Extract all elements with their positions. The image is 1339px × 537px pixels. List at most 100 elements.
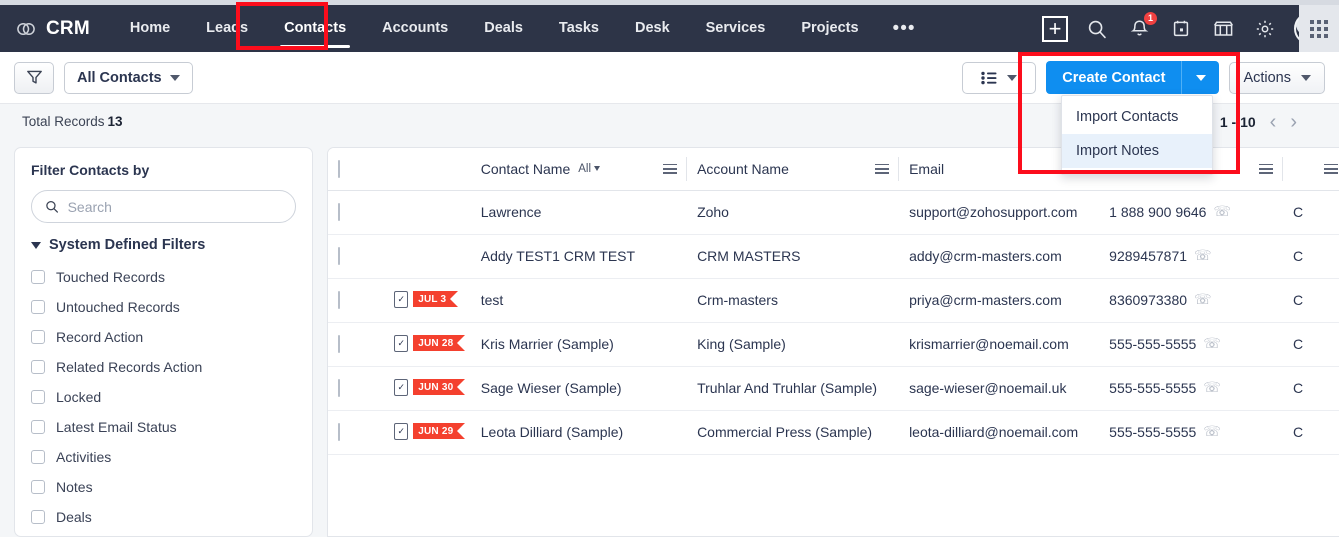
nav-item-deals[interactable]: Deals [466, 5, 541, 52]
cell-contact-name[interactable]: Lawrence [470, 190, 688, 235]
row-checkbox[interactable] [338, 334, 340, 353]
nav-item-leads[interactable]: Leads [188, 5, 266, 52]
phone-call-icon[interactable]: ☏ [1203, 423, 1221, 440]
add-button[interactable]: + [1042, 15, 1068, 42]
cell-contact-name[interactable]: Kris Marrier (Sample) [470, 322, 688, 367]
sidebar-search[interactable] [31, 190, 296, 223]
filter-touched-records[interactable]: Touched Records [31, 262, 296, 292]
row-checkbox[interactable] [338, 246, 340, 265]
checkbox[interactable] [31, 510, 45, 524]
table-row[interactable]: ✓ JUL 3 test Crm-masters priya@crm-maste… [328, 278, 1339, 323]
next-page-button[interactable]: › [1290, 112, 1297, 132]
sidebar-wrapper: Filter Contacts by System Defined Filter… [0, 139, 327, 537]
brand[interactable]: CRM [14, 17, 90, 41]
table-row[interactable]: ✓ JUN 30 Sage Wieser (Sample) Truhlar An… [328, 366, 1339, 411]
column-menu-icon[interactable] [663, 163, 678, 174]
table-row[interactable]: ✓ JUN 29 Leota Dilliard (Sample) Commerc… [328, 410, 1339, 455]
filter-emails[interactable]: Emails [31, 532, 296, 536]
table-row[interactable]: ✓ JUN 28 Kris Marrier (Sample) King (Sam… [328, 322, 1339, 367]
task-icon[interactable]: ✓ [394, 422, 409, 440]
cell-email[interactable]: priya@crm-masters.com [899, 278, 1100, 323]
phone-call-icon[interactable]: ☏ [1194, 291, 1212, 308]
nav-item-contacts[interactable]: Contacts [266, 5, 364, 52]
task-icon[interactable]: ✓ [394, 290, 409, 308]
menu-item-import-contacts[interactable]: Import Contacts [1062, 100, 1212, 134]
notifications-button[interactable]: 1 [1126, 10, 1158, 42]
marketplace-button[interactable] [1210, 16, 1236, 42]
column-menu-icon[interactable] [1259, 163, 1274, 174]
checkbox[interactable] [31, 330, 45, 344]
task-icon[interactable]: ✓ [394, 378, 409, 396]
contact-name-filter[interactable]: All [578, 163, 601, 175]
cell-email[interactable]: krismarrier@noemail.com [899, 322, 1100, 367]
checkbox[interactable] [31, 480, 45, 494]
nav-item-projects[interactable]: Projects [783, 5, 876, 52]
checkbox[interactable] [31, 270, 45, 284]
create-contact-button[interactable]: Create Contact [1046, 61, 1182, 94]
checkbox[interactable] [31, 450, 45, 464]
cell-account-name[interactable]: Crm-masters [687, 278, 900, 323]
create-contact-dropdown-toggle[interactable] [1181, 61, 1220, 94]
cell-account-name[interactable]: Truhlar And Truhlar (Sample) [687, 366, 900, 411]
search-button[interactable] [1084, 16, 1110, 42]
system-defined-filters-group[interactable]: System Defined Filters [31, 237, 296, 253]
phone-call-icon[interactable]: ☏ [1194, 247, 1212, 264]
nav-item-tasks[interactable]: Tasks [541, 5, 617, 52]
filter-related-records-action[interactable]: Related Records Action [31, 352, 296, 382]
calendar-button[interactable] [1168, 16, 1194, 42]
filter-record-action[interactable]: Record Action [31, 322, 296, 352]
nav-item-desk[interactable]: Desk [617, 5, 688, 52]
checkbox[interactable] [31, 390, 45, 404]
th-next-column[interactable] [1283, 148, 1339, 191]
view-selector-button[interactable]: All Contacts [64, 61, 193, 94]
checkbox[interactable] [31, 360, 45, 374]
filter-deals[interactable]: Deals [31, 502, 296, 532]
row-checkbox[interactable] [338, 290, 340, 309]
cell-email[interactable]: leota-dilliard@noemail.com [899, 410, 1100, 455]
cell-account-name[interactable]: Zoho [687, 190, 900, 235]
cell-contact-name[interactable]: Sage Wieser (Sample) [470, 366, 688, 411]
cell-email[interactable]: support@zohosupport.com [899, 190, 1100, 235]
task-icon[interactable]: ✓ [394, 334, 409, 352]
filter-toggle-button[interactable] [14, 61, 54, 94]
filter-untouched-records[interactable]: Untouched Records [31, 292, 296, 322]
row-checkbox[interactable] [338, 378, 340, 397]
sidebar-search-input[interactable] [67, 198, 282, 215]
cell-email[interactable]: sage-wieser@noemail.uk [899, 366, 1100, 411]
nav-item-services[interactable]: Services [688, 5, 784, 52]
cell-account-name[interactable]: CRM MASTERS [687, 234, 900, 279]
prev-page-button[interactable]: ‹ [1270, 112, 1277, 132]
menu-item-import-notes[interactable]: Import Notes [1062, 134, 1212, 168]
row-checkbox[interactable] [338, 202, 340, 221]
list-view-button[interactable] [962, 61, 1037, 94]
select-all-checkbox[interactable] [338, 159, 340, 178]
cell-contact-name[interactable]: test [470, 278, 688, 323]
cell-email[interactable]: addy@crm-masters.com [899, 234, 1100, 279]
phone-call-icon[interactable]: ☏ [1203, 335, 1221, 352]
column-menu-icon[interactable] [875, 163, 890, 174]
cell-contact-name[interactable]: Addy TEST1 CRM TEST [470, 234, 688, 279]
cell-account-name[interactable]: Commercial Press (Sample) [687, 410, 900, 455]
table-row[interactable]: Addy TEST1 CRM TEST CRM MASTERS addy@crm… [328, 234, 1339, 279]
th-contact-name[interactable]: Contact Name All [470, 148, 688, 191]
phone-call-icon[interactable]: ☏ [1213, 203, 1231, 220]
filter-activities[interactable]: Activities [31, 442, 296, 472]
row-checkbox[interactable] [338, 422, 340, 441]
checkbox[interactable] [31, 420, 45, 434]
filter-notes[interactable]: Notes [31, 472, 296, 502]
filter-latest-email-status[interactable]: Latest Email Status [31, 412, 296, 442]
nav-item-accounts[interactable]: Accounts [364, 5, 466, 52]
filter-locked[interactable]: Locked [31, 382, 296, 412]
th-account-name[interactable]: Account Name [687, 148, 900, 191]
app-grid-button[interactable] [1299, 5, 1339, 52]
phone-call-icon[interactable]: ☏ [1203, 379, 1221, 396]
cell-account-name[interactable]: King (Sample) [687, 322, 900, 367]
nav-more-button[interactable]: ••• [877, 9, 932, 49]
settings-button[interactable] [1252, 16, 1278, 42]
actions-button[interactable]: Actions [1229, 61, 1325, 94]
table-row[interactable]: Lawrence Zoho support@zohosupport.com 1 … [328, 190, 1339, 235]
column-menu-icon[interactable] [1324, 163, 1338, 174]
nav-item-home[interactable]: Home [112, 5, 188, 52]
checkbox[interactable] [31, 300, 45, 314]
cell-contact-name[interactable]: Leota Dilliard (Sample) [470, 410, 688, 455]
